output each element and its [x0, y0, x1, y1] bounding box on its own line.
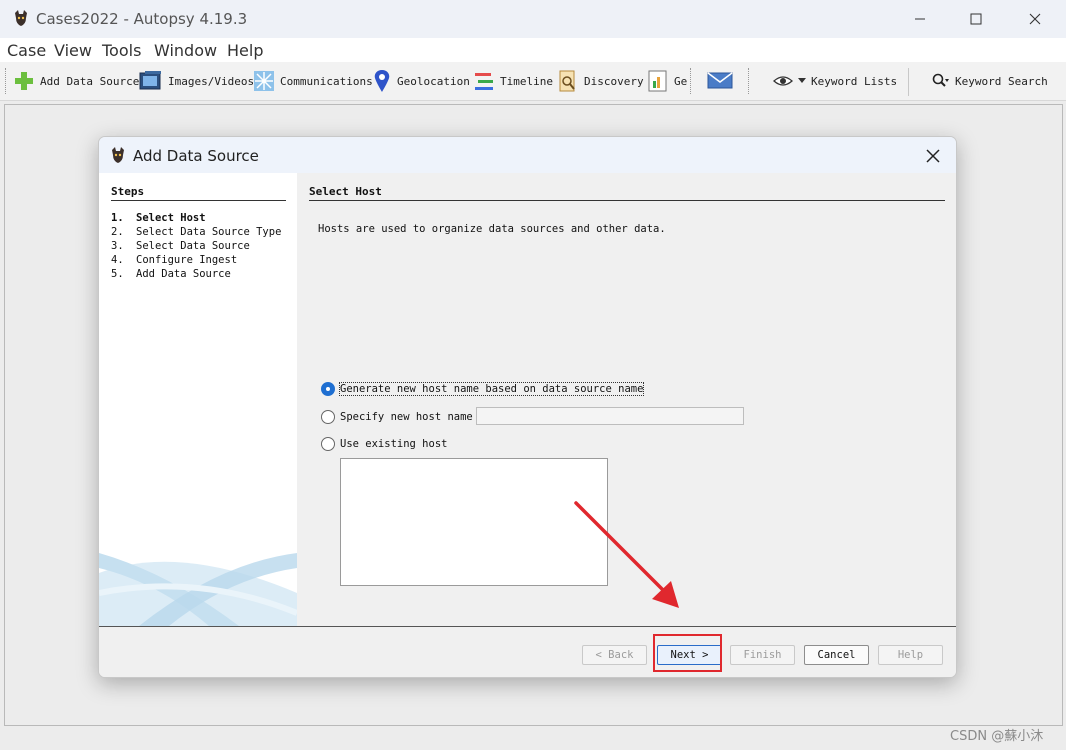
toolbar-grip[interactable] — [5, 68, 9, 94]
window-title: Cases2022 - Autopsy 4.19.3 — [36, 10, 248, 28]
window-titlebar: Cases2022 - Autopsy 4.19.3 — [0, 0, 1066, 38]
radio-button[interactable] — [321, 437, 335, 451]
communications-button[interactable]: Communications — [253, 66, 373, 96]
autopsy-logo-icon — [15, 10, 27, 26]
menu-view[interactable]: View — [54, 41, 92, 60]
discovery-button[interactable]: Discovery — [557, 66, 644, 96]
existing-host-label: Use existing host — [340, 438, 448, 450]
description-text: Hosts are used to organize data sources … — [318, 223, 666, 235]
geolocation-button[interactable]: Geolocation — [372, 66, 470, 96]
csdn-watermark: CSDN @蘇小沐 — [950, 729, 1044, 744]
search-icon — [932, 73, 949, 87]
step-item: 2. Select Data Source Type — [111, 226, 282, 238]
timeline-button[interactable]: Timeline — [473, 66, 553, 96]
dialog-title: Add Data Source — [133, 147, 259, 165]
keyword-search-label: Keyword Search — [955, 74, 1048, 88]
generate-report-label: Ge — [674, 74, 688, 88]
maximize-button[interactable] — [953, 0, 999, 38]
keyword-search-button[interactable]: Keyword Search — [932, 66, 1048, 96]
host-name-field[interactable] — [476, 407, 744, 425]
generate-host-option[interactable]: Generate new host name based on data sou… — [321, 379, 645, 399]
dropdown-arrow-icon — [798, 78, 806, 83]
steps-divider — [111, 200, 286, 201]
existing-host-option[interactable]: Use existing host — [321, 434, 447, 454]
next-button-highlight-box — [653, 634, 722, 672]
toolbar: Add Data Source Images/Videos Communicat… — [0, 62, 1066, 101]
dialog-footer: < Back Next > Finish Cancel Help — [99, 627, 956, 677]
dialog-close-button[interactable] — [921, 145, 945, 167]
images-videos-icon — [139, 71, 161, 90]
eye-icon — [773, 76, 793, 86]
toolbar-separator — [908, 68, 909, 96]
toolbar-grip[interactable] — [690, 68, 694, 94]
steps-panel: Steps 1. Select Host 2. Select Data Source… — [99, 173, 297, 626]
help-button[interactable]: Help — [878, 645, 943, 665]
cancel-button[interactable]: Cancel — [804, 645, 869, 665]
toolbar-grip[interactable] — [748, 68, 752, 94]
radio-button[interactable] — [321, 410, 335, 424]
email-icon — [707, 72, 733, 89]
section-divider — [309, 200, 945, 201]
step-item: 5. Add Data Source — [111, 268, 231, 280]
geolocation-label: Geolocation — [397, 74, 470, 88]
back-button[interactable]: < Back — [582, 645, 647, 665]
dialog-titlebar: Add Data Source — [99, 137, 956, 173]
generate-host-label: Generate new host name based on data sou… — [338, 382, 645, 396]
map-pin-icon — [374, 70, 390, 92]
images-videos-button[interactable]: Images/Videos — [139, 66, 254, 96]
add-data-source-label: Add Data Source — [40, 74, 140, 88]
maximize-icon — [970, 13, 982, 25]
discovery-icon — [559, 70, 575, 92]
generate-report-button[interactable]: Ge — [647, 66, 687, 96]
email-button[interactable] — [707, 66, 733, 96]
menu-case[interactable]: Case — [7, 41, 46, 60]
red-pointer-arrow — [574, 501, 679, 608]
timeline-label: Timeline — [500, 74, 553, 88]
discovery-label: Discovery — [584, 74, 644, 88]
section-title: Select Host — [309, 185, 382, 198]
menu-window[interactable]: Window — [154, 41, 217, 60]
step-item: 4. Configure Ingest — [111, 254, 238, 266]
menu-bar: Case View Tools Window Help — [0, 38, 1066, 62]
autopsy-logo-icon — [112, 147, 124, 163]
menu-help[interactable]: Help — [227, 41, 263, 60]
add-data-source-button[interactable]: Add Data Source — [13, 66, 139, 96]
communications-label: Communications — [280, 74, 373, 88]
menu-tools[interactable]: Tools — [102, 41, 141, 60]
images-videos-label: Images/Videos — [168, 74, 255, 88]
communications-icon — [254, 71, 274, 91]
finish-button[interactable]: Finish — [730, 645, 795, 665]
keyword-lists-label: Keyword Lists — [811, 74, 898, 88]
minimize-button[interactable] — [897, 0, 943, 38]
close-icon — [926, 149, 940, 163]
decorative-swoosh-image — [99, 553, 297, 626]
minimize-icon — [915, 18, 925, 20]
specify-host-label: Specify new host name — [340, 411, 473, 423]
radio-button-selected[interactable] — [321, 382, 335, 396]
add-plus-icon — [15, 72, 33, 90]
keyword-lists-button[interactable]: Keyword Lists — [773, 66, 897, 96]
steps-heading: Steps — [111, 185, 145, 198]
report-icon — [648, 70, 667, 92]
timeline-icon — [475, 73, 493, 90]
add-data-source-dialog: Add Data Source Steps 1. Select Host 2. Se… — [98, 136, 957, 678]
step-item: 3. Select Data Source — [111, 240, 250, 252]
close-icon — [1029, 13, 1041, 25]
close-window-button[interactable] — [1012, 0, 1058, 38]
step-item: 1. Select Host — [111, 212, 206, 224]
specify-host-option[interactable]: Specify new host name — [321, 407, 473, 427]
